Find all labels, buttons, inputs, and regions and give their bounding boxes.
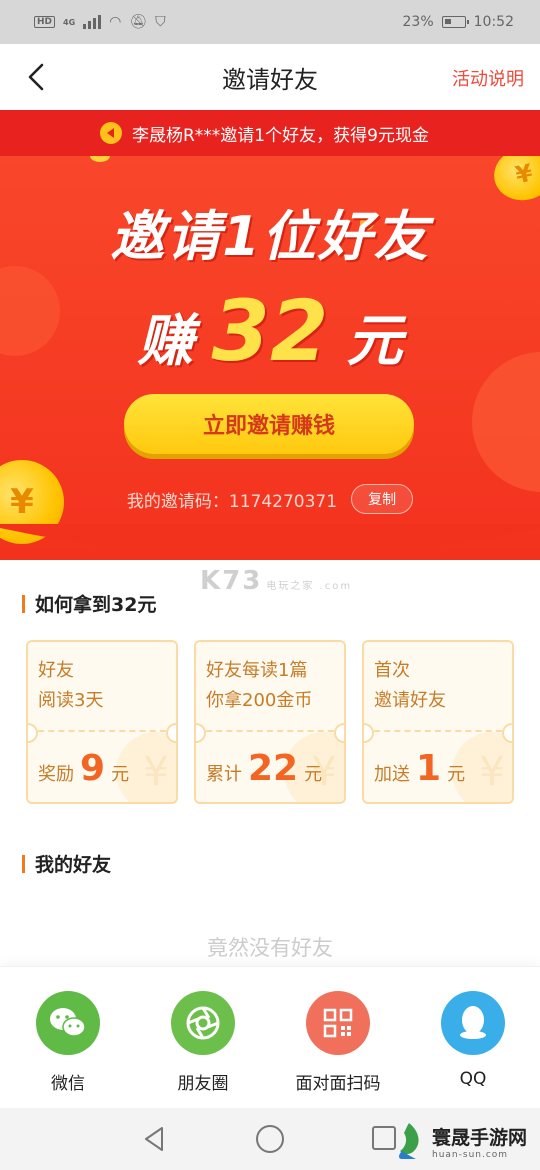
card-line1: 好友 — [38, 660, 74, 681]
hd-badge: HD — [34, 16, 56, 28]
card-description: 好友每读1篇 你拿200金币 — [206, 656, 312, 716]
hero-headline: 邀请1位好友 — [110, 205, 430, 268]
activity-rules-link[interactable]: 活动说明 — [452, 65, 524, 91]
status-right: 23% 10:52 — [403, 14, 514, 30]
reward-card: ¥ 好友 阅读3天 奖励 9 元 — [26, 640, 178, 804]
card-line2: 你拿200金币 — [206, 690, 313, 711]
status-bar: HD 4G ◠ 🔕︎ ⛉ 23% 10:52 — [0, 0, 540, 44]
decor-dot — [90, 156, 110, 162]
card-description: 好友 阅读3天 — [38, 656, 103, 716]
card-reward: 累计 22 元 — [206, 748, 322, 789]
card-divider — [28, 723, 176, 743]
reward-prefix: 奖励 — [38, 764, 74, 785]
watermark: K73 电玩之家 .com — [200, 566, 352, 596]
mute-icon: 🔕︎ — [129, 14, 148, 30]
invite-code-row: 我的邀请码：1174270371 复制 — [0, 484, 540, 514]
friends-title-text: 我的好友 — [35, 854, 112, 876]
reward-card: ¥ 好友每读1篇 你拿200金币 累计 22 元 — [194, 640, 346, 804]
status-left: HD 4G ◠ 🔕︎ ⛉ — [34, 14, 166, 30]
header: 邀请好友 活动说明 — [0, 44, 540, 110]
hero-earn: 赚 32 元 — [0, 282, 540, 380]
qq-icon — [441, 991, 505, 1055]
brand-name: 寰晟手游网 — [432, 1126, 528, 1149]
share-label: 朋友圈 — [177, 1074, 229, 1094]
reward-card: ¥ 首次 邀请好友 加送 1 元 — [362, 640, 514, 804]
hero-bottom-curve — [0, 524, 540, 557]
reward-value: 22 — [248, 748, 299, 789]
how-to-earn-title: 如何拿到32元 — [22, 590, 156, 617]
reward-value: 1 — [416, 748, 442, 789]
reward-unit: 元 — [304, 764, 323, 785]
title-accent-bar — [22, 854, 25, 873]
moments-icon — [171, 991, 235, 1055]
invite-code-label: 我的邀请码： — [126, 491, 229, 512]
battery-percent: 23% — [402, 14, 434, 30]
card-divider — [364, 723, 512, 743]
watermark-text: K73 — [200, 566, 263, 596]
share-wechat-button[interactable]: 微信 — [0, 991, 138, 1094]
invite-now-button[interactable]: 立即邀请赚钱 — [124, 394, 414, 454]
network-type: 4G — [63, 17, 76, 27]
earn-unit: 元 — [346, 309, 403, 374]
earn-amount: 32 — [211, 282, 329, 380]
card-line1: 首次 — [374, 660, 410, 681]
speaker-icon — [100, 122, 122, 144]
qrcode-icon — [306, 991, 370, 1055]
brand-watermark: 寰晟手游网 huan-sun.com — [392, 1112, 540, 1170]
card-description: 首次 邀请好友 — [374, 656, 446, 716]
card-line2: 邀请好友 — [374, 690, 446, 711]
announcement-ticker: 李晟杨R***邀请1个好友，获得9元现金 — [0, 110, 540, 156]
share-label: 微信 — [51, 1074, 85, 1094]
brand-text: 寰晟手游网 huan-sun.com — [432, 1123, 527, 1160]
wechat-icon — [36, 991, 100, 1055]
earn-prefix: 赚 — [137, 309, 194, 374]
how-title-text: 如何拿到32元 — [35, 594, 157, 616]
shield-icon: ⛉ — [155, 14, 166, 30]
ticker-message: 李晟杨R***邀请1个好友，获得9元现金 — [132, 125, 429, 146]
battery-icon — [441, 16, 469, 28]
reward-unit: 元 — [447, 764, 466, 785]
reward-unit: 元 — [111, 764, 130, 785]
share-bar: 微信 朋友圈 面对面扫码 QQ — [0, 966, 540, 1108]
my-friends-title: 我的好友 — [22, 850, 111, 877]
card-reward: 奖励 9 元 — [38, 748, 129, 789]
signal-icon — [83, 15, 102, 29]
share-label: 面对面扫码 — [295, 1074, 381, 1094]
wifi-icon: ◠ — [109, 14, 122, 30]
reward-prefix: 加送 — [374, 764, 410, 785]
brand-url: huan-sun.com — [432, 1149, 509, 1160]
invite-code-text: 我的邀请码：1174270371 — [127, 487, 337, 512]
share-qrcode-button[interactable]: 面对面扫码 — [268, 991, 408, 1094]
share-qq-button[interactable]: QQ — [403, 991, 540, 1089]
share-label: QQ — [459, 1069, 487, 1089]
clock: 10:52 — [473, 14, 514, 30]
card-reward: 加送 1 元 — [374, 748, 465, 789]
card-divider — [196, 723, 344, 743]
empty-friends-text: 竟然没有好友 — [207, 936, 333, 960]
reward-value: 9 — [80, 748, 106, 789]
share-moments-button[interactable]: 朋友圈 — [133, 991, 273, 1094]
watermark-sub: 电玩之家 .com — [266, 581, 353, 592]
title-accent-bar — [22, 594, 25, 613]
reward-prefix: 累计 — [206, 764, 242, 785]
hero-banner: ¥ ¥ 邀请1位好友 赚 32 元 立即邀请赚钱 我的邀请码：1174270371 … — [0, 156, 540, 560]
nav-back-icon[interactable] — [140, 1124, 170, 1154]
invite-code-value: 1174270371 — [228, 491, 338, 512]
copy-code-button[interactable]: 复制 — [351, 484, 414, 514]
card-line2: 阅读3天 — [38, 690, 104, 711]
reward-cards: ¥ 好友 阅读3天 奖励 9 元 ¥ 好友每读1篇 你拿200金币 累计 22 … — [26, 640, 514, 804]
brand-logo-icon — [399, 1123, 419, 1159]
nav-home-icon[interactable] — [256, 1125, 284, 1153]
card-line1: 好友每读1篇 — [206, 660, 308, 681]
